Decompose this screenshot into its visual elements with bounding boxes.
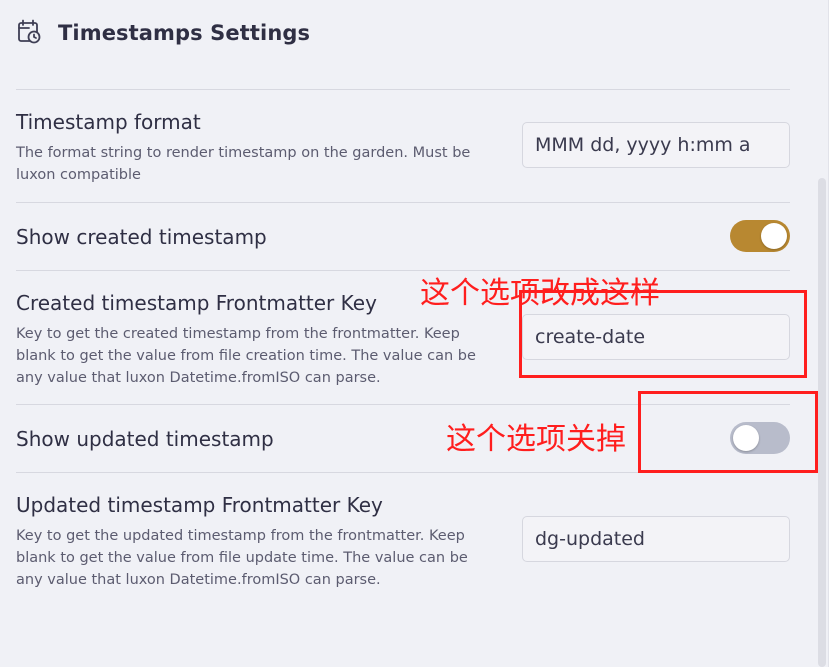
scrollbar-thumb[interactable] xyxy=(818,178,826,667)
toggle-knob xyxy=(761,223,787,249)
settings-header: Timestamps Settings xyxy=(16,14,310,50)
setting-timestamp-format: Timestamp format The format string to re… xyxy=(16,108,790,188)
setting-name: Show created timestamp xyxy=(16,225,267,249)
page-title: Timestamps Settings xyxy=(58,21,311,45)
setting-show-created-timestamp: Show created timestamp xyxy=(16,220,790,254)
annotation-box-created-key xyxy=(519,290,807,378)
setting-description: Key to get the created timestamp from th… xyxy=(16,326,476,386)
setting-name: Updated timestamp Frontmatter Key xyxy=(16,493,383,517)
timestamp-format-input[interactable] xyxy=(522,122,790,168)
setting-description: Key to get the updated timestamp from th… xyxy=(16,528,468,588)
divider xyxy=(16,270,790,271)
show-created-timestamp-toggle[interactable] xyxy=(730,220,790,252)
window-edge xyxy=(828,0,837,667)
annotation-turn-off-option: 这个选项关掉 xyxy=(446,422,626,457)
setting-description: The format string to render timestamp on… xyxy=(16,145,471,183)
annotation-box-updated-toggle xyxy=(638,391,818,473)
divider xyxy=(16,89,790,90)
setting-updated-timestamp-key: Updated timestamp Frontmatter Key Key to… xyxy=(16,491,790,591)
divider xyxy=(16,202,790,203)
updated-timestamp-key-input[interactable] xyxy=(522,516,790,562)
calendar-clock-icon xyxy=(16,18,44,46)
